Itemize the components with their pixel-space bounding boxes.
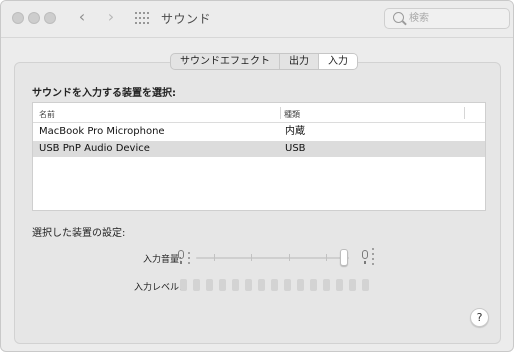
- close-window-button[interactable]: [12, 12, 24, 24]
- level-meter-segment: [219, 279, 226, 291]
- input-volume-knob[interactable]: [340, 249, 349, 266]
- search-icon: [393, 12, 404, 23]
- device-name: MacBook Pro Microphone: [39, 126, 165, 137]
- level-meter-segment: [323, 279, 330, 291]
- table-header: 名前 種類: [33, 103, 485, 123]
- level-meter-segment: [297, 279, 304, 291]
- level-meter-segment: [310, 279, 317, 291]
- slider-tick: [214, 254, 215, 261]
- show-all-grid-icon[interactable]: [135, 12, 149, 25]
- device-type: 内蔵: [285, 126, 305, 137]
- title-divider: [1, 37, 513, 38]
- sound-wave-low-icon: [188, 250, 190, 266]
- level-meter-segment: [232, 279, 239, 291]
- slider-tick: [326, 254, 327, 261]
- level-meter-segment: [336, 279, 343, 291]
- column-header-name[interactable]: 名前: [39, 109, 55, 120]
- title-bar: ‹ › サウンド: [1, 1, 513, 37]
- level-meter-segment: [258, 279, 265, 291]
- window-title: サウンド: [161, 12, 212, 26]
- device-settings-label: 選択した装置の設定:: [32, 228, 126, 239]
- level-meter-segment: [349, 279, 356, 291]
- level-meter-segment: [362, 279, 369, 291]
- device-type: USB: [285, 143, 306, 154]
- device-name: USB PnP Audio Device: [39, 143, 150, 154]
- sound-preferences-window: ‹ › サウンド サウンドエフェクト 出力 入力 サウンドを入力する装置を選択:…: [0, 0, 514, 352]
- tab-sound-effects[interactable]: サウンドエフェクト: [171, 54, 280, 69]
- back-icon[interactable]: ‹: [75, 7, 89, 27]
- microphone-low-icon: [178, 250, 184, 264]
- column-header-type[interactable]: 種類: [284, 109, 300, 120]
- input-level-meter: [180, 279, 369, 291]
- tab-input[interactable]: 入力: [319, 54, 357, 69]
- tab-output[interactable]: 出力: [280, 54, 319, 69]
- level-meter-segment: [284, 279, 291, 291]
- tab-bar: サウンドエフェクト 出力 入力: [170, 53, 358, 70]
- sound-wave-high-icon: [372, 248, 374, 265]
- device-table: 名前 種類 MacBook Pro Microphone 内蔵 USB PnP …: [32, 102, 486, 211]
- search-input[interactable]: [409, 11, 505, 26]
- level-meter-segment: [245, 279, 252, 291]
- input-level-label: 入力レベル:: [133, 283, 182, 293]
- slider-tick: [251, 254, 252, 261]
- input-panel: サウンドを入力する装置を選択: 名前 種類 MacBook Pro Microp…: [14, 62, 501, 344]
- level-meter-segment: [271, 279, 278, 291]
- level-meter-segment: [180, 279, 187, 291]
- help-button[interactable]: ?: [470, 308, 489, 327]
- column-divider: [464, 107, 465, 119]
- zoom-window-button[interactable]: [44, 12, 56, 24]
- table-row[interactable]: MacBook Pro Microphone 内蔵: [33, 124, 485, 140]
- slider-tick: [289, 254, 290, 261]
- table-row-selected[interactable]: USB PnP Audio Device USB: [33, 141, 485, 157]
- input-volume-label: 入力音量:: [142, 255, 182, 265]
- column-divider: [280, 107, 281, 119]
- level-meter-segment: [206, 279, 213, 291]
- search-field[interactable]: [384, 8, 510, 29]
- minimize-window-button[interactable]: [28, 12, 40, 24]
- microphone-high-icon: [362, 250, 368, 264]
- forward-icon[interactable]: ›: [104, 7, 118, 27]
- level-meter-segment: [193, 279, 200, 291]
- select-device-label: サウンドを入力する装置を選択:: [32, 88, 176, 99]
